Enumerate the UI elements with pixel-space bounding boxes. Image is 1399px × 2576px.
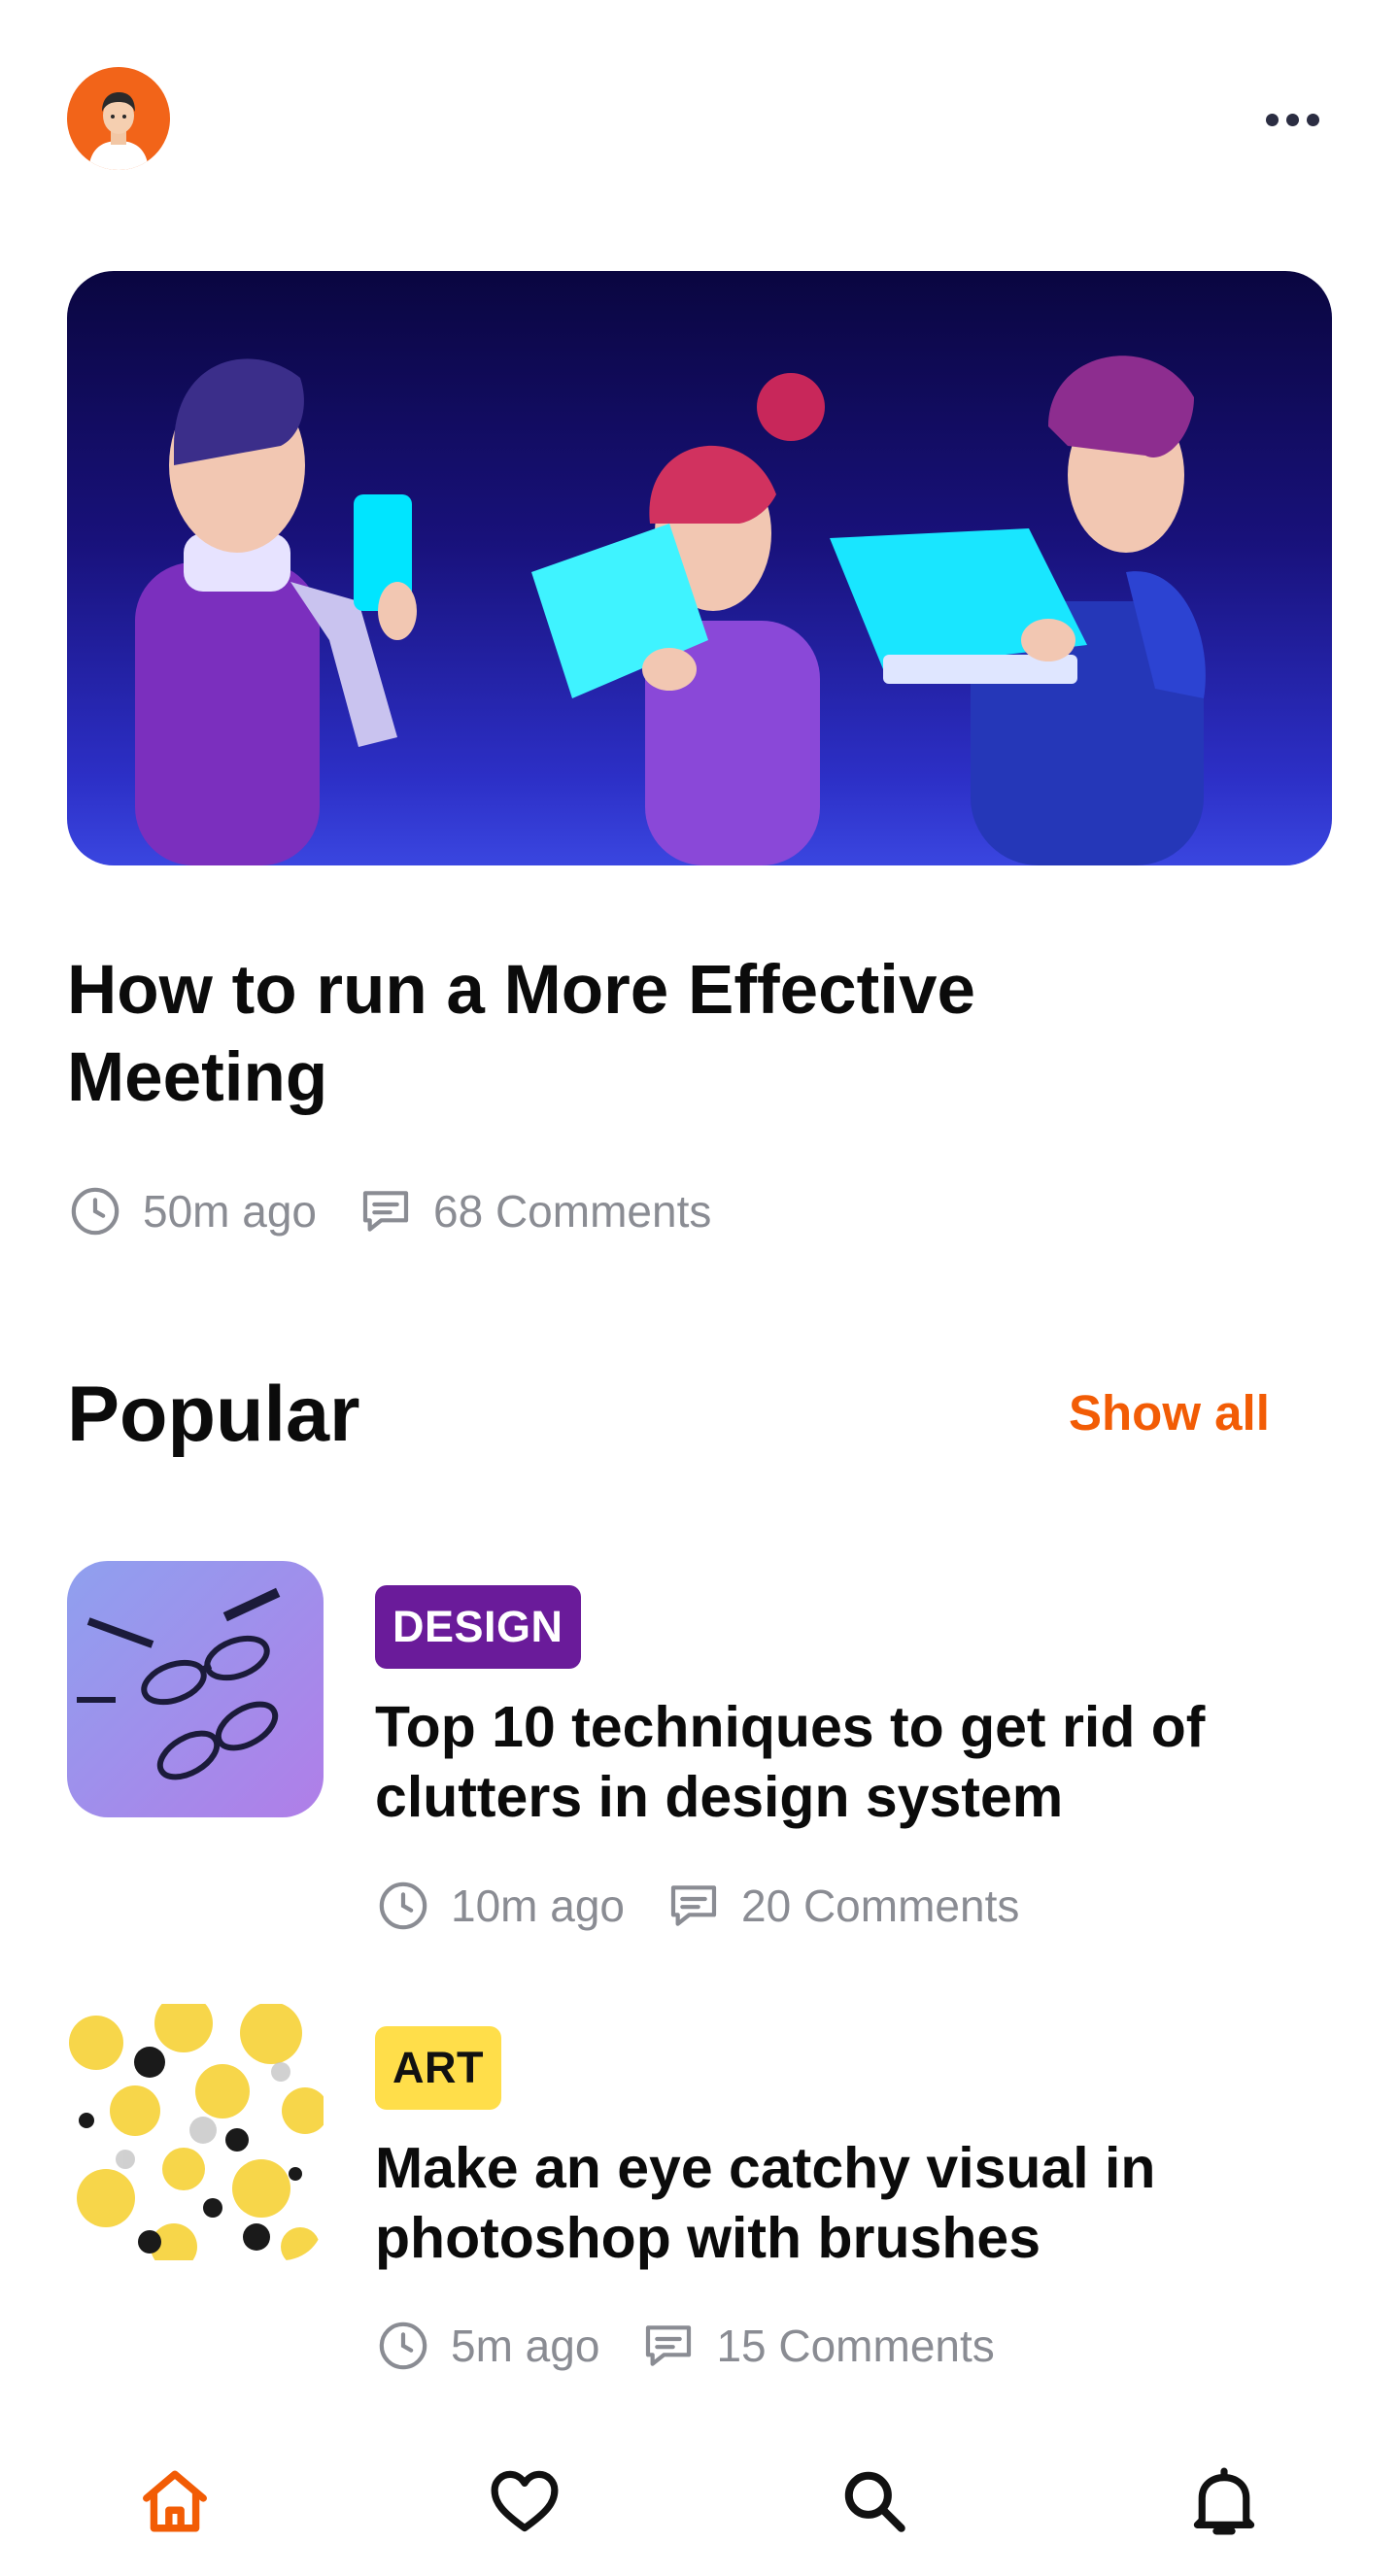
- time-ago: 50m ago: [143, 1186, 318, 1237]
- article-title[interactable]: Top 10 techniques to get rid of clutters…: [375, 1692, 1211, 1832]
- bell-icon: [1193, 2467, 1255, 2535]
- article-meta: 5m ago 15 Comments: [375, 2317, 995, 2375]
- featured-article-meta: 50m ago 68 Comments: [67, 1182, 711, 1240]
- comment-count[interactable]: 15 Comments: [716, 2320, 994, 2372]
- comment-icon: [640, 2318, 697, 2374]
- time-ago: 5m ago: [451, 2321, 600, 2371]
- article-meta: 10m ago 20 Comments: [375, 1877, 1019, 1935]
- clock-icon: [375, 2318, 431, 2374]
- article-thumbnail-design[interactable]: [67, 1561, 324, 1817]
- article-thumbnail-art[interactable]: [67, 2004, 324, 2260]
- more-horizontal-icon[interactable]: [1253, 100, 1331, 139]
- comment-icon: [665, 1878, 722, 1934]
- clock-icon: [375, 1878, 431, 1934]
- featured-article-title[interactable]: How to run a More Effective Meeting: [67, 947, 1136, 1122]
- category-tag-art[interactable]: ART: [375, 2026, 501, 2110]
- heart-icon: [491, 2470, 559, 2532]
- search-icon: [844, 2471, 905, 2532]
- home-icon: [143, 2470, 207, 2532]
- comment-icon: [358, 1183, 414, 1239]
- popular-section-title: Popular: [67, 1371, 360, 1458]
- nav-home[interactable]: [136, 2462, 214, 2540]
- comment-count[interactable]: 68 Comments: [433, 1185, 711, 1237]
- nav-favorites[interactable]: [486, 2462, 563, 2540]
- article-title[interactable]: Make an eye catchy visual in photoshop w…: [375, 2133, 1211, 2273]
- show-all-link[interactable]: Show all: [1069, 1384, 1270, 1441]
- bottom-navigation: [0, 2409, 1399, 2576]
- comment-count[interactable]: 20 Comments: [741, 1880, 1019, 1932]
- user-avatar[interactable]: [67, 67, 170, 170]
- clock-icon: [67, 1183, 123, 1239]
- time-ago: 10m ago: [451, 1881, 626, 1931]
- nav-notifications[interactable]: [1185, 2462, 1263, 2540]
- nav-search[interactable]: [836, 2462, 913, 2540]
- featured-article-image[interactable]: [67, 271, 1332, 865]
- category-tag-design[interactable]: DESIGN: [375, 1585, 581, 1669]
- top-bar: [0, 0, 1399, 233]
